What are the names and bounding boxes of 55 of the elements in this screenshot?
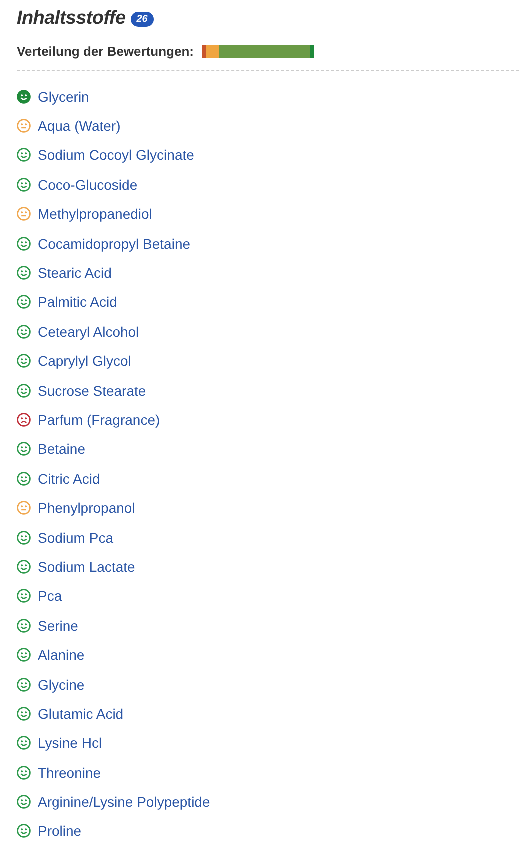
smiley-face-icon [17,530,31,545]
smiley-face-icon [17,736,31,750]
smiley-face-icon [17,384,31,398]
ingredient-link[interactable]: Lysine Hcl [38,735,102,752]
ingredient-link[interactable]: Serine [38,618,78,634]
ingredient-link[interactable]: Proline [38,823,82,840]
ingredient-link[interactable]: Cetearyl Alcohol [38,324,140,340]
smiley-face-icon [17,706,31,721]
ingredient-link[interactable]: Parfum (Fragrance) [38,412,160,428]
ingredient-link[interactable]: Sodium Cocoyl Glycinate [38,147,194,164]
distribution-label: Verteilung der Bewertungen: [17,44,194,59]
smiley-face-icon [17,324,31,339]
smiley-face-icon [17,472,31,486]
section-title: Inhaltsstoffe [17,8,126,30]
count-badge: 26 [130,12,154,26]
ingredient-link[interactable]: Pca [38,588,62,604]
ingredient-link[interactable]: Aqua (Water) [38,118,121,134]
sad-face-icon [17,412,31,427]
ingredient-link[interactable]: Glycerin [38,88,90,105]
ingredient-link[interactable]: Arginine/Lysine Polypeptide [38,794,210,810]
smiley-face-icon [17,178,31,192]
smiley-face-icon [17,354,31,368]
smiley-face-icon [17,560,31,574]
smiley-face-icon [17,766,31,780]
smiley-face-icon [17,295,31,310]
ingredient-link[interactable]: Threonine [38,764,102,781]
ingredient-link[interactable]: Caprylyl Glycol [38,353,132,370]
smiley-face-icon [17,618,31,633]
ingredient-link[interactable]: Cocamidopropyl Betaine [38,236,191,252]
ingredient-link[interactable]: Alanine [38,647,85,664]
ingredient-link[interactable]: Phenylpropanol [38,500,136,516]
smiley-face-icon [17,266,31,280]
ingredient-link[interactable]: Citric Acid [38,470,100,487]
smiley-face-icon [17,90,31,104]
smiley-face-icon [17,678,31,692]
ingredient-link[interactable]: Palmitic Acid [38,294,118,310]
ingredient-link[interactable]: Sodium Lactate [38,558,136,575]
smiley-face-icon [17,236,31,251]
smiley-face-icon [17,648,31,662]
neutral-face-icon [17,501,31,516]
ingredient-link[interactable]: Betaine [38,441,86,458]
ingredient-link[interactable]: Methylpropanediol [38,206,152,222]
smiley-face-icon [17,824,31,838]
ingredient-link[interactable]: Glutamic Acid [38,706,124,722]
ingredient-link[interactable]: Stearic Acid [38,265,112,282]
neutral-face-icon [17,119,31,134]
smiley-face-icon [17,442,31,456]
smiley-face-icon [17,795,31,810]
neutral-face-icon [17,207,31,222]
smiley-face-icon [17,589,31,604]
smiley-face-icon [17,148,31,162]
ingredient-link[interactable]: Coco-Glucoside [38,176,138,193]
ingredient-link[interactable]: Sodium Pca [38,530,114,546]
ingredient-link[interactable]: Sucrose Stearate [38,382,146,399]
ingredient-link[interactable]: Glycine [38,676,85,692]
